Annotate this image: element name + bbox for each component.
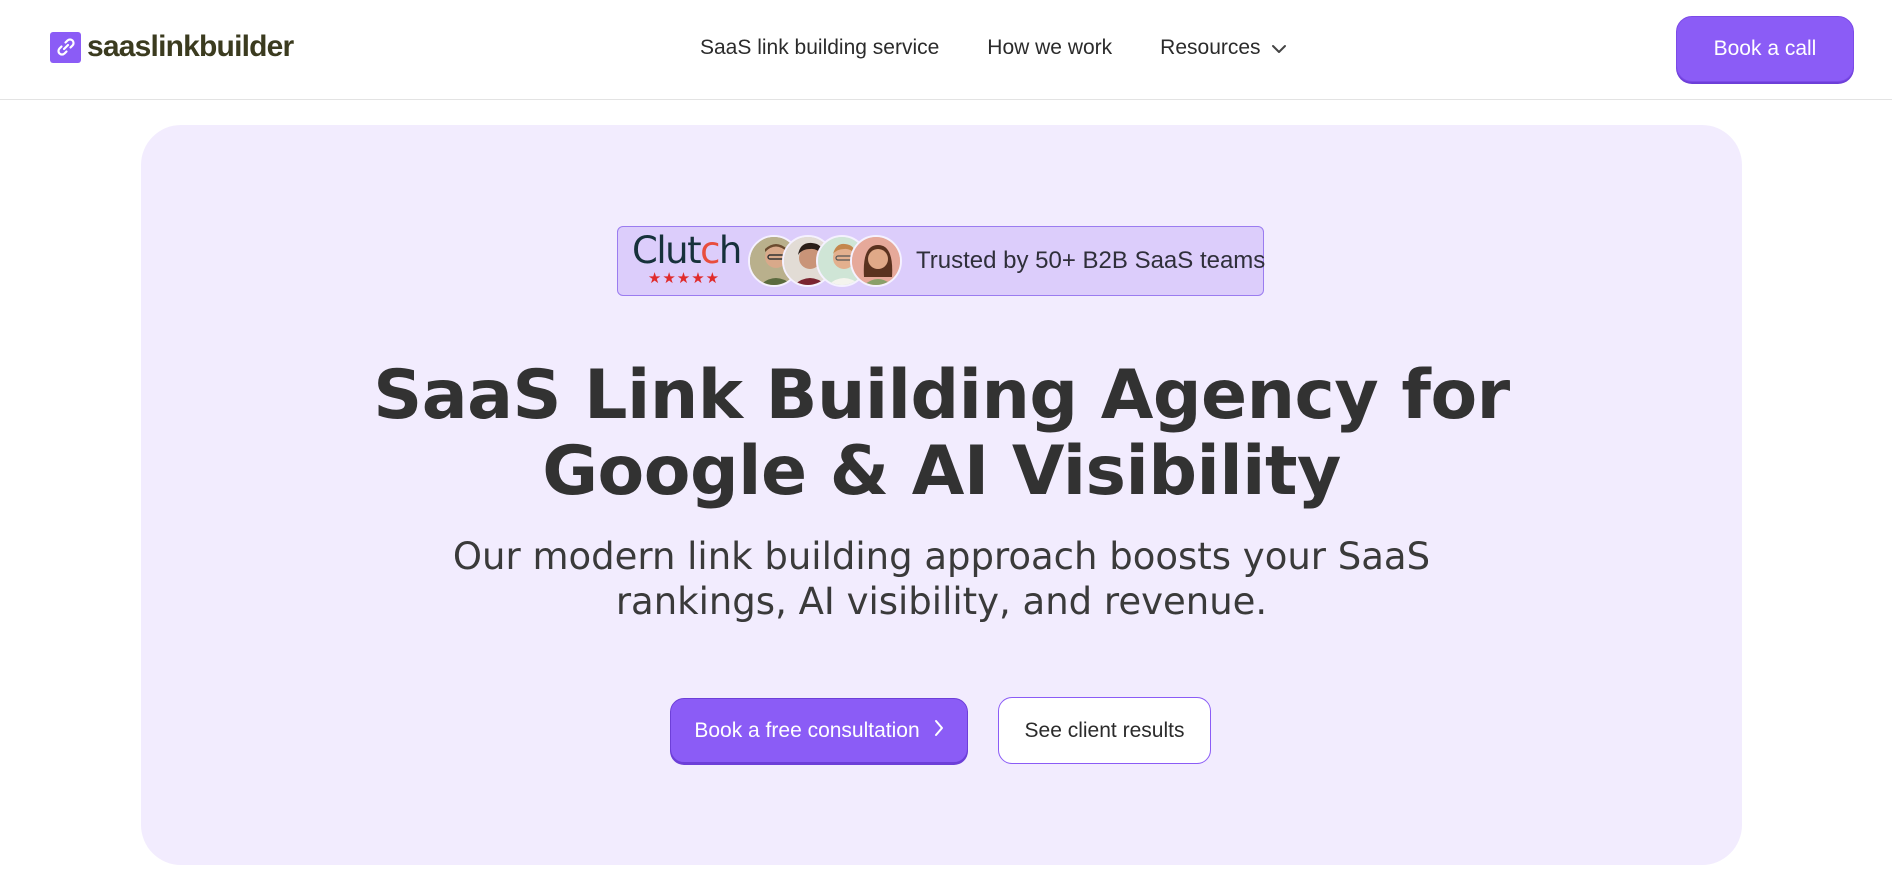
- book-call-button[interactable]: Book a call: [1676, 16, 1854, 82]
- button-label: Book a free consultation: [694, 718, 920, 742]
- nav-dropdown-resources[interactable]: Resources: [1160, 36, 1286, 60]
- avatar: [850, 235, 902, 287]
- link-logo-icon: [50, 31, 81, 63]
- button-label: See client results: [1024, 718, 1185, 742]
- subheadline-line: rankings, AI visibility, and revenue.: [615, 580, 1268, 623]
- clutch-word-part: Clut: [632, 229, 702, 272]
- chevron-right-icon: [934, 719, 944, 743]
- logo-text: saaslinkbuilder: [87, 30, 294, 63]
- clutch-word-dot: c: [700, 229, 720, 272]
- see-client-results-button[interactable]: See client results: [998, 697, 1211, 764]
- main-nav: SaaS link building service How we work R…: [700, 36, 1287, 60]
- subheadline-line: Our modern link building approach boosts…: [452, 535, 1431, 578]
- headline-line: SaaS Link Building Agency for: [373, 356, 1510, 435]
- headline-line: Google & AI Visibility: [542, 432, 1341, 511]
- nav-link-label: How we work: [987, 36, 1113, 59]
- trust-badge: Clutch ★★★★★ Trusted by 50+ B2B SaaS tea…: [617, 226, 1266, 296]
- clutch-word-part: h: [718, 229, 742, 272]
- trust-text: Trusted by 50+ B2B SaaS teams: [916, 247, 1266, 274]
- avatar-group: [748, 235, 908, 289]
- hero-subheadline: Our modern link building approach boosts…: [141, 534, 1742, 624]
- book-free-consultation-button[interactable]: Book a free consultation: [670, 698, 968, 763]
- logo[interactable]: saaslinkbuilder: [50, 30, 294, 64]
- chevron-down-icon: [1271, 36, 1287, 60]
- rating-stars-icon: ★★★★★: [647, 270, 721, 287]
- site-header: saaslinkbuilder SaaS link building servi…: [0, 0, 1892, 100]
- clutch-logo: Clutch ★★★★★: [632, 229, 742, 287]
- hero-headline: SaaS Link Building Agency for Google & A…: [141, 358, 1742, 510]
- nav-link-saas-link-building-service[interactable]: SaaS link building service: [700, 36, 939, 60]
- nav-link-how-we-work[interactable]: How we work: [987, 36, 1112, 60]
- nav-link-label: SaaS link building service: [700, 36, 940, 59]
- nav-link-label: Resources: [1160, 36, 1261, 59]
